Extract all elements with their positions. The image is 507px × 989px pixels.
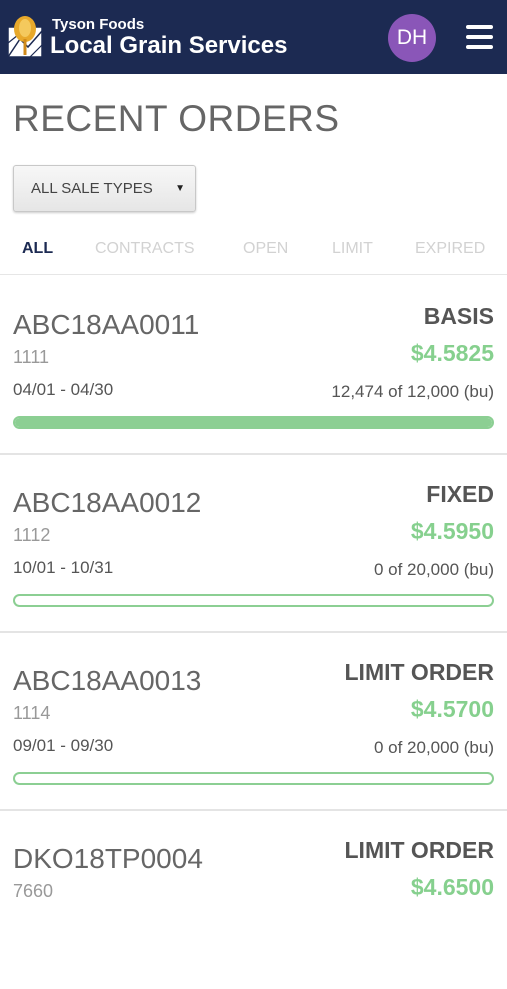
order-card[interactable]: ABC18AA0012 1112 10/01 - 10/31 FIXED $4.… bbox=[0, 455, 507, 633]
order-price: $4.5825 bbox=[410, 340, 494, 366]
order-dates: 10/01 - 10/31 bbox=[13, 558, 114, 577]
page-title: RECENT ORDERS bbox=[13, 98, 340, 139]
order-card[interactable]: DKO18TP0004 7660 LIMIT ORDER $4.6500 bbox=[0, 811, 507, 989]
order-type: BASIS bbox=[423, 303, 494, 329]
order-progress-bar bbox=[13, 772, 494, 785]
grain-logo-icon bbox=[7, 16, 43, 58]
order-number: 1114 bbox=[13, 703, 51, 723]
order-type: LIMIT ORDER bbox=[344, 659, 495, 685]
order-dates: 04/01 - 04/30 bbox=[13, 380, 114, 399]
order-number: 1111 bbox=[13, 347, 50, 367]
tab-expired[interactable]: EXPIRED bbox=[415, 240, 485, 258]
order-progress-bar bbox=[13, 594, 494, 607]
user-avatar[interactable]: DH bbox=[388, 14, 436, 62]
order-price: $4.6500 bbox=[410, 874, 494, 900]
order-id: DKO18TP0004 bbox=[13, 843, 203, 874]
order-card[interactable]: ABC18AA0011 1111 04/01 - 04/30 BASIS $4.… bbox=[0, 277, 507, 455]
tab-limit[interactable]: LIMIT bbox=[332, 240, 373, 258]
order-quantity: 0 of 20,000 (bu) bbox=[373, 738, 494, 757]
order-id: ABC18AA0013 bbox=[13, 665, 202, 696]
tab-open[interactable]: OPEN bbox=[243, 240, 288, 258]
order-quantity: 0 of 20,000 (bu) bbox=[373, 560, 494, 579]
brand[interactable]: Tyson Foods Local Grain Services bbox=[50, 17, 287, 58]
hamburger-menu-icon[interactable] bbox=[466, 25, 493, 49]
order-dates: 09/01 - 09/30 bbox=[13, 736, 114, 755]
app-header: Tyson Foods Local Grain Services DH bbox=[0, 0, 507, 74]
order-number: 7660 bbox=[13, 881, 54, 901]
tab-contracts[interactable]: CONTRACTS bbox=[95, 240, 195, 258]
brand-company: Tyson Foods bbox=[52, 15, 145, 33]
order-price: $4.5700 bbox=[410, 696, 494, 722]
order-progress-bar bbox=[13, 416, 494, 429]
order-tabs: ALL CONTRACTS OPEN LIMIT EXPIRED bbox=[0, 228, 507, 275]
order-type: LIMIT ORDER bbox=[344, 837, 495, 863]
order-id: ABC18AA0012 bbox=[13, 487, 202, 518]
order-number: 1112 bbox=[13, 525, 51, 545]
dropdown-caret-icon: ▼ bbox=[175, 183, 185, 194]
tab-all[interactable]: ALL bbox=[22, 240, 53, 258]
order-type: FIXED bbox=[426, 481, 494, 507]
order-card[interactable]: ABC18AA0013 1114 09/01 - 09/30 LIMIT ORD… bbox=[0, 633, 507, 811]
brand-app-name: Local Grain Services bbox=[50, 31, 288, 59]
order-id: ABC18AA0011 bbox=[13, 309, 200, 340]
sale-type-select[interactable]: ALL SALE TYPES ▼ bbox=[13, 165, 196, 212]
order-quantity: 12,474 of 12,000 (bu) bbox=[331, 382, 494, 401]
order-progress-fill bbox=[15, 418, 492, 427]
order-price: $4.5950 bbox=[410, 518, 494, 544]
sale-type-selected-value: ALL SALE TYPES bbox=[31, 180, 153, 197]
